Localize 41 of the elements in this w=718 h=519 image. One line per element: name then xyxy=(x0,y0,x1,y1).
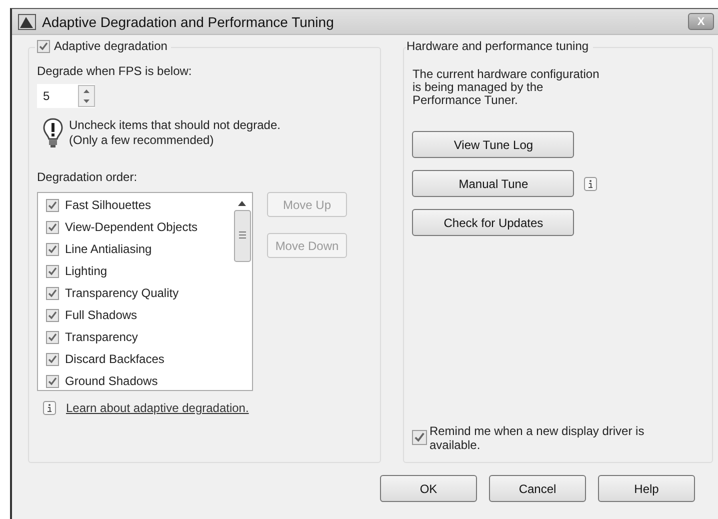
tune-button[interactable]: Check for Updates xyxy=(412,209,574,236)
list-item[interactable]: Discard Backfaces xyxy=(65,352,164,366)
window-title: Adaptive Degradation and Performance Tuning xyxy=(42,14,335,30)
tune-button[interactable]: View Tune Log xyxy=(412,131,574,158)
checkbox[interactable] xyxy=(412,430,428,445)
checkbox[interactable] xyxy=(46,198,59,212)
degradation-order-label: Degradation order: xyxy=(37,170,138,184)
fps-label: Degrade when FPS is below: xyxy=(37,64,193,78)
checkbox-label: Remind me when a new display driver is available. xyxy=(429,424,646,452)
list-item[interactable]: Transparency xyxy=(65,330,138,344)
up-arrow-icon[interactable] xyxy=(238,201,246,206)
lightbulb-icon xyxy=(43,118,63,148)
fps-spinner[interactable]: 5 xyxy=(37,84,95,108)
list-item[interactable]: Transparency Quality xyxy=(65,286,179,300)
checkbox[interactable] xyxy=(37,40,50,52)
checkbox[interactable] xyxy=(46,242,59,256)
dialog-button[interactable]: OK xyxy=(380,475,477,502)
hint-text: Uncheck items that should not degrade. (Only a few recommended) xyxy=(69,118,280,148)
list-item[interactable]: Ground Shadows xyxy=(65,374,158,388)
learn-link[interactable]: Learn about adaptive degradation. xyxy=(66,401,249,415)
checkbox[interactable] xyxy=(46,308,59,322)
checkbox[interactable] xyxy=(46,330,59,344)
dialog-button[interactable]: Help xyxy=(598,475,695,502)
group-label: Hardware and performance tuning xyxy=(406,39,593,53)
checkbox[interactable] xyxy=(46,352,59,366)
dialog-button[interactable]: Cancel xyxy=(489,475,586,502)
checkbox[interactable] xyxy=(46,264,59,278)
list-item[interactable]: Full Shadows xyxy=(65,308,138,322)
list-item[interactable]: Lighting xyxy=(65,264,108,278)
checkbox[interactable] xyxy=(46,220,59,234)
info-icon xyxy=(43,401,56,415)
tune-button[interactable]: Manual Tune xyxy=(412,170,574,197)
list-item[interactable]: Fast Silhouettes xyxy=(65,198,152,212)
checkbox-label: Adaptive degradation xyxy=(54,39,168,53)
checkbox[interactable] xyxy=(46,374,59,388)
list-item[interactable]: Line Antialiasing xyxy=(65,242,152,256)
status-text: The current hardware configuration is being managed by the Performance Tuner. xyxy=(412,68,600,107)
list-item[interactable]: View-Dependent Objects xyxy=(65,220,198,234)
checkbox[interactable] xyxy=(46,286,59,300)
app-icon xyxy=(18,14,36,30)
scroll-thumb[interactable] xyxy=(234,210,250,262)
